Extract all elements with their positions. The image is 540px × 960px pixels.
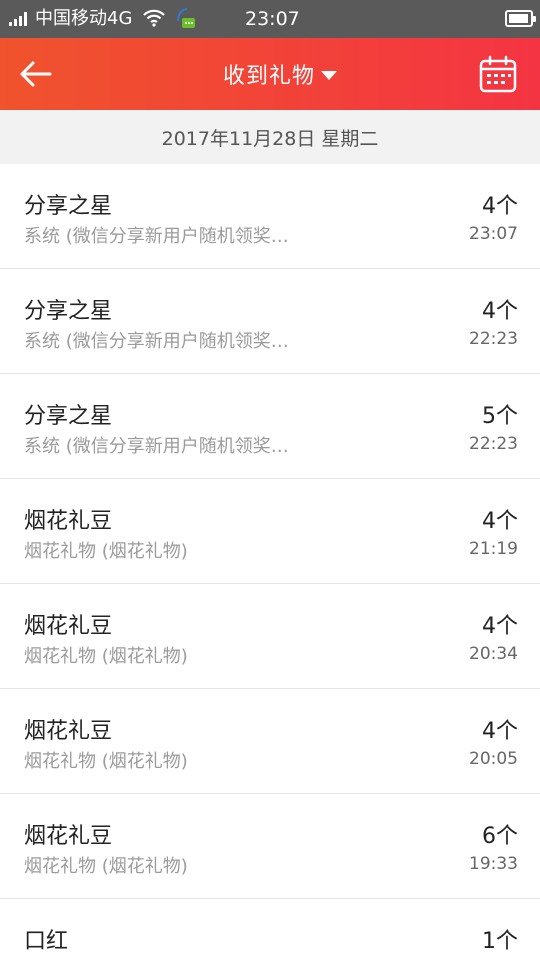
gift-type-dropdown[interactable]: 收到礼物 xyxy=(0,38,540,110)
gift-source: 烟花礼物 (烟花礼物) xyxy=(24,541,188,562)
gift-name: 烟花礼豆 xyxy=(24,614,113,639)
gift-row[interactable]: 烟花礼豆 烟花礼物 (烟花礼物) 4个 20:34 xyxy=(0,584,540,689)
gift-name: 烟花礼豆 xyxy=(24,719,113,744)
calendar-icon xyxy=(479,55,517,93)
clock: 23:07 xyxy=(245,8,300,30)
gift-source: 系统 (微信分享新用户随机领奖… xyxy=(24,436,289,457)
gift-count: 1个 xyxy=(482,929,518,954)
gift-source: 烟花礼物 (烟花礼物) xyxy=(24,646,188,667)
gift-count: 4个 xyxy=(482,509,518,534)
gift-name: 烟花礼豆 xyxy=(24,509,113,534)
gift-source: 系统 (微信分享新用户随机领奖… xyxy=(24,331,289,352)
top-app-bar: 收到礼物 xyxy=(0,38,540,110)
date-section-header: 2017年11月28日 星期二 xyxy=(0,110,540,164)
gift-count: 6个 xyxy=(482,824,518,849)
carrier-label: 中国移动4G xyxy=(35,8,133,29)
gift-name: 烟花礼豆 xyxy=(24,824,113,849)
gift-time: 22:23 xyxy=(469,434,518,454)
gift-row[interactable]: 口红 1个 xyxy=(0,899,540,960)
gift-source: 烟花礼物 (烟花礼物) xyxy=(24,751,188,772)
calendar-button[interactable] xyxy=(478,54,518,94)
gift-name: 分享之星 xyxy=(24,299,113,324)
signal-icon xyxy=(9,12,27,26)
status-bar: 中国移动4G 23:07 xyxy=(0,0,540,38)
gift-time: 22:23 xyxy=(469,329,518,349)
gift-time: 19:33 xyxy=(469,854,518,874)
page-title: 收到礼物 xyxy=(222,64,315,89)
gift-time: 20:05 xyxy=(469,749,518,769)
gift-list: 分享之星 系统 (微信分享新用户随机领奖… 4个 23:07 分享之星 系统 (… xyxy=(0,164,540,960)
notification-app-icon xyxy=(177,8,195,28)
gift-row[interactable]: 分享之星 系统 (微信分享新用户随机领奖… 5个 22:23 xyxy=(0,374,540,479)
gift-time: 20:34 xyxy=(469,644,518,664)
battery-level-fill xyxy=(509,14,528,23)
gift-name: 分享之星 xyxy=(24,404,113,429)
gift-time: 21:19 xyxy=(469,539,518,559)
caret-down-icon xyxy=(321,70,337,80)
gift-count: 4个 xyxy=(482,719,518,744)
gift-name: 分享之星 xyxy=(24,194,113,219)
gift-source: 烟花礼物 (烟花礼物) xyxy=(24,856,188,877)
gift-count: 5个 xyxy=(482,404,518,429)
date-label: 2017年11月28日 星期二 xyxy=(161,127,379,150)
gift-source: 系统 (微信分享新用户随机领奖… xyxy=(24,226,289,247)
gift-row[interactable]: 烟花礼豆 烟花礼物 (烟花礼物) 4个 20:05 xyxy=(0,689,540,794)
gift-count: 4个 xyxy=(482,614,518,639)
gift-count: 4个 xyxy=(482,194,518,219)
gift-row[interactable]: 烟花礼豆 烟花礼物 (烟花礼物) 6个 19:33 xyxy=(0,794,540,899)
gift-name: 口红 xyxy=(24,929,69,954)
gift-time: 23:07 xyxy=(469,224,518,244)
battery-icon xyxy=(505,10,536,27)
wifi-icon xyxy=(143,9,165,27)
gift-count: 4个 xyxy=(482,299,518,324)
gift-row[interactable]: 分享之星 系统 (微信分享新用户随机领奖… 4个 23:07 xyxy=(0,164,540,269)
gift-row[interactable]: 烟花礼豆 烟花礼物 (烟花礼物) 4个 21:19 xyxy=(0,479,540,584)
gift-row[interactable]: 分享之星 系统 (微信分享新用户随机领奖… 4个 22:23 xyxy=(0,269,540,374)
